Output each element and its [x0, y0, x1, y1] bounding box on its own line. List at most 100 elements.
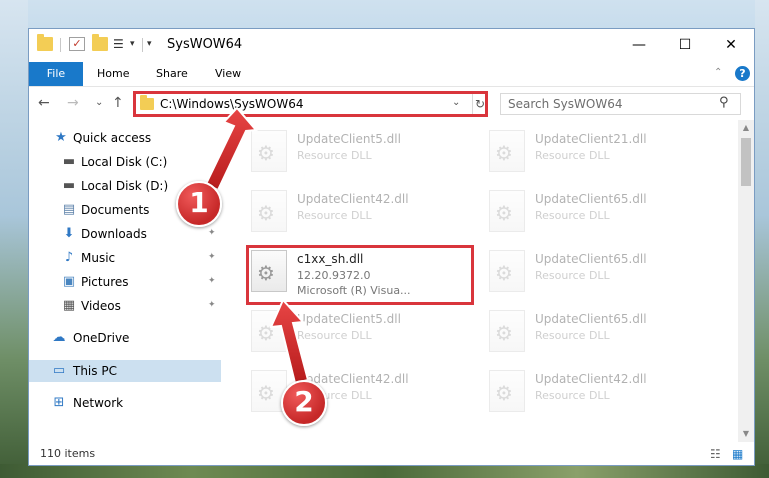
window-title: SysWOW64	[167, 37, 243, 52]
search-input[interactable]	[501, 94, 713, 114]
file-description: Resource DLL	[535, 329, 610, 342]
minimize-button[interactable]: —	[616, 29, 662, 61]
back-button[interactable]: ←	[38, 95, 50, 111]
file-item[interactable]: ⚙ UpdateClient21.dll Resource DLL	[489, 128, 719, 178]
dll-file-icon: ⚙	[489, 130, 525, 172]
sidebar-item-pictures[interactable]: ▣ Pictures ✦	[29, 271, 221, 293]
address-highlight-box	[133, 91, 488, 117]
tab-share[interactable]: Share	[156, 62, 188, 86]
pin-icon[interactable]: ✦	[208, 228, 216, 238]
sidebar-item-local-disk-c[interactable]: ▬ Local Disk (C:)	[29, 151, 221, 173]
scroll-up-icon[interactable]: ▲	[738, 120, 754, 136]
new-folder-icon[interactable]	[92, 34, 108, 51]
scroll-thumb[interactable]	[741, 138, 751, 186]
sidebar-item-label: Local Disk (D:)	[81, 179, 169, 193]
sidebar-item-label: Documents	[81, 203, 150, 217]
toolbar-dropdown-icon[interactable]: ▾	[130, 39, 135, 49]
gear-icon: ⚙	[257, 321, 275, 345]
sidebar-item-label: Quick access	[73, 131, 152, 145]
download-icon: ⬇	[63, 226, 75, 241]
pin-icon[interactable]: ✦	[208, 252, 216, 262]
maximize-button[interactable]: ☐	[662, 29, 708, 61]
dll-file-icon: ⚙	[251, 310, 287, 352]
gear-icon: ⚙	[495, 381, 513, 405]
file-item[interactable]: ⚙ UpdateClient5.dll Resource DLL	[251, 128, 481, 178]
file-description: Resource DLL	[297, 149, 372, 162]
sidebar-item-this-pc[interactable]: ▭ This PC	[29, 360, 221, 382]
gear-icon: ⚙	[257, 201, 275, 225]
pin-icon[interactable]: ✦	[208, 276, 216, 286]
sidebar-item-label: This PC	[73, 364, 117, 378]
file-item[interactable]: ⚙ UpdateClient65.dll Resource DLL	[489, 248, 719, 298]
tab-file[interactable]: File	[29, 62, 83, 86]
computer-icon: ▭	[52, 363, 66, 378]
drive-icon: ▬	[62, 178, 76, 193]
up-button[interactable]: ↑	[112, 95, 124, 111]
vertical-scrollbar[interactable]: ▲ ▼	[738, 120, 754, 442]
file-name: UpdateClient65.dll	[535, 192, 647, 206]
file-item[interactable]: ⚙ UpdateClient5.dll Resource DLL	[251, 308, 481, 358]
forward-button[interactable]: →	[67, 95, 79, 111]
file-item[interactable]: ⚙ UpdateClient42.dll Resource DLL	[251, 188, 481, 238]
file-item[interactable]: ⚙ UpdateClient42.dll Resource DLL	[489, 368, 719, 418]
sidebar-item-label: Downloads	[81, 227, 147, 241]
file-description: Resource DLL	[535, 149, 610, 162]
gear-icon: ⚙	[257, 141, 275, 165]
file-description: Resource DLL	[297, 329, 372, 342]
toolbar-separator	[142, 38, 143, 52]
documents-icon: ▤	[62, 202, 76, 217]
dll-file-icon: ⚙	[489, 190, 525, 232]
sidebar-item-label: Videos	[81, 299, 121, 313]
toolbar-separator	[60, 38, 61, 52]
file-item[interactable]: ⚙ UpdateClient65.dll Resource DLL	[489, 188, 719, 238]
recent-locations-button[interactable]: ⌄	[95, 97, 103, 108]
dll-file-icon: ⚙	[489, 310, 525, 352]
sidebar-item-music[interactable]: ♪ Music ✦	[29, 247, 221, 269]
search-box[interactable]: ⚲	[500, 93, 741, 115]
scroll-down-icon[interactable]: ▼	[738, 426, 754, 442]
tab-home[interactable]: Home	[97, 62, 129, 86]
star-icon: ★	[55, 130, 67, 145]
properties-checkmark-icon[interactable]: ✓	[69, 37, 85, 51]
pictures-icon: ▣	[62, 274, 76, 289]
gear-icon: ⚙	[495, 201, 513, 225]
sidebar-item-network[interactable]: ⊞ Network	[29, 392, 221, 414]
details-view-icon[interactable]: ☷	[710, 447, 721, 461]
network-icon: ⊞	[53, 395, 65, 410]
pin-icon[interactable]: ✦	[208, 300, 216, 310]
desktop-background-bottom	[0, 464, 769, 478]
folder-icon	[37, 34, 53, 51]
sidebar-item-onedrive[interactable]: ☁ OneDrive	[29, 327, 221, 349]
search-icon[interactable]: ⚲	[719, 95, 729, 110]
file-name: UpdateClient42.dll	[297, 192, 409, 206]
tab-view[interactable]: View	[215, 62, 241, 86]
sidebar-item-label: Network	[73, 396, 124, 410]
sidebar-item-videos[interactable]: ▦ Videos ✦	[29, 295, 221, 317]
tiles-view-icon[interactable]: ▦	[732, 447, 743, 461]
expand-ribbon-chevron-icon[interactable]: ⌃	[714, 67, 722, 78]
callout-badge-1: 1	[176, 181, 222, 227]
ribbon: File Home Share View ⌃ ?	[29, 62, 754, 86]
file-item[interactable]: ⚙ UpdateClient65.dll Resource DLL	[489, 308, 719, 358]
file-name: UpdateClient42.dll	[535, 372, 647, 386]
gear-icon: ⚙	[495, 261, 513, 285]
sidebar-item-quick-access[interactable]: ★ Quick access	[29, 127, 221, 149]
sidebar-item-downloads[interactable]: ⬇ Downloads ✦	[29, 223, 221, 245]
close-button[interactable]: ✕	[708, 29, 754, 61]
callout-badge-2: 2	[281, 380, 327, 426]
file-description: Resource DLL	[535, 209, 610, 222]
sidebar-item-label: OneDrive	[73, 331, 130, 345]
help-icon[interactable]: ?	[735, 66, 750, 81]
sidebar-item-label: Music	[81, 251, 116, 265]
quick-access-toolbar-dropdown-icon[interactable]: ▾	[147, 39, 152, 49]
file-name: UpdateClient65.dll	[535, 312, 647, 326]
customize-toolbar-icon[interactable]: ☰	[113, 37, 129, 51]
gear-icon: ⚙	[257, 381, 275, 405]
file-name: UpdateClient21.dll	[535, 132, 647, 146]
cloud-icon: ☁	[52, 330, 66, 345]
sidebar-item-label: Pictures	[81, 275, 129, 289]
title-bar[interactable]: ✓ ☰ ▾ ▾ SysWOW64 — ☐ ✕	[29, 29, 754, 62]
dll-file-icon: ⚙	[489, 370, 525, 412]
file-description: Resource DLL	[535, 389, 610, 402]
file-name: UpdateClient65.dll	[535, 252, 647, 266]
